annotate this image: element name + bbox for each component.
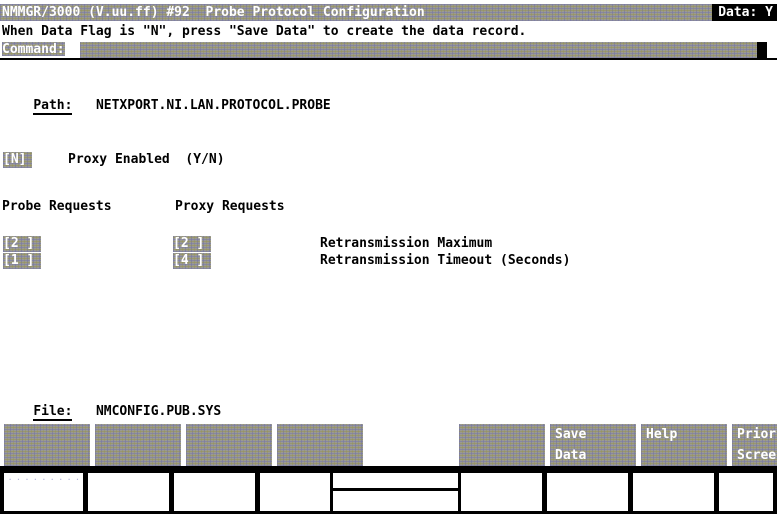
proxy-enabled-value: N: [10, 152, 19, 167]
keycap-f5-divider: [333, 488, 460, 491]
file-label: File:: [33, 404, 73, 421]
function-key-f6[interactable]: [459, 424, 545, 466]
command-input[interactable]: [80, 42, 767, 58]
proxy-enabled-field[interactable]: [N]: [3, 152, 32, 168]
keycap-f3[interactable]: [171, 473, 258, 511]
proxy-enabled-label: Proxy Enabled (Y/N): [68, 152, 225, 167]
field-close-bracket: ]: [196, 236, 205, 251]
field-close-bracket: ]: [18, 152, 27, 167]
column-header-proxy-requests: Proxy Requests: [175, 199, 285, 214]
function-key-prior-screen-line2: Screen: [737, 448, 777, 463]
keycap-row: . . . . . . . . .: [0, 470, 777, 515]
function-key-save-data-line2: Data: [555, 448, 587, 463]
field-open-bracket: [: [3, 253, 11, 268]
field-close-bracket: ]: [26, 253, 35, 268]
command-label: Command:: [2, 42, 65, 58]
command-caret: [757, 42, 767, 58]
terminal-screen: NMMGR/3000 (V.uu.ff) #92 Probe Protocol …: [0, 0, 777, 515]
proxy-retransmission-maximum-value: 2: [180, 236, 197, 251]
keycap-f8[interactable]: [630, 473, 717, 511]
proxy-retransmission-maximum-field[interactable]: [2 ]: [173, 236, 211, 252]
command-divider: [0, 58, 777, 60]
function-key-f3[interactable]: [186, 424, 272, 466]
label-retransmission-maximum: Retransmission Maximum: [320, 236, 493, 251]
probe-retransmission-maximum-value: 2: [10, 236, 27, 251]
path-value: NETXPORT.NI.LAN.PROTOCOL.PROBE: [95, 98, 331, 113]
keycap-row-bottom-border: [0, 511, 777, 514]
window-title: NMMGR/3000 (V.uu.ff) #92 Probe Protocol …: [2, 5, 425, 20]
status-badge-data-flag: Data: Y: [712, 4, 777, 21]
proxy-retransmission-timeout-value: 4: [180, 253, 197, 268]
function-key-help[interactable]: Help: [641, 424, 727, 466]
function-key-help-line1: Help: [646, 427, 678, 442]
function-key-f5[interactable]: [368, 424, 454, 466]
field-close-bracket: ]: [196, 253, 205, 268]
path-row: Path: NETXPORT.NI.LAN.PROTOCOL.PROBE: [2, 82, 331, 115]
title-bar: NMMGR/3000 (V.uu.ff) #92 Probe Protocol …: [0, 4, 777, 21]
keycap-f7[interactable]: [544, 473, 631, 511]
function-key-prior-screen-line1: Prior: [737, 427, 777, 442]
function-key-save-data[interactable]: Save Data: [550, 424, 636, 466]
proxy-retransmission-timeout-field[interactable]: [4 ]: [173, 253, 211, 269]
keycap-f1-marker: . . . . . . . . .: [8, 474, 80, 482]
keycap-f2[interactable]: [85, 473, 172, 511]
function-key-strip: Save Data Help Prior Screen: [0, 420, 777, 470]
file-row: File: NMCONFIG.PUB.SYS: [2, 388, 221, 421]
function-key-f4[interactable]: [277, 424, 363, 466]
field-open-bracket: [: [173, 253, 181, 268]
column-header-probe-requests: Probe Requests: [2, 199, 112, 214]
file-value: NMCONFIG.PUB.SYS: [95, 404, 222, 419]
keycap-f6[interactable]: [458, 473, 545, 511]
function-key-prior-screen[interactable]: Prior Screen: [732, 424, 777, 466]
function-key-save-data-line1: Save: [555, 427, 587, 442]
status-message: When Data Flag is "N", press "Save Data"…: [2, 24, 527, 39]
field-open-bracket: [: [173, 236, 181, 251]
field-close-bracket: ]: [26, 236, 35, 251]
probe-retransmission-timeout-field[interactable]: [1 ]: [3, 253, 41, 269]
probe-retransmission-maximum-field[interactable]: [2 ]: [3, 236, 41, 252]
path-label: Path:: [33, 98, 73, 115]
keycap-f1[interactable]: . . . . . . . . .: [0, 473, 86, 511]
file-spacer: [72, 404, 95, 419]
command-row: Command:: [0, 42, 777, 58]
keycap-f5[interactable]: [330, 473, 463, 511]
path-spacer: [72, 98, 95, 113]
field-open-bracket: [: [3, 152, 11, 167]
function-key-f2[interactable]: [95, 424, 181, 466]
function-key-f1[interactable]: [4, 424, 90, 466]
keycap-f9[interactable]: [716, 473, 777, 511]
probe-retransmission-timeout-value: 1: [10, 253, 27, 268]
label-retransmission-timeout: Retransmission Timeout (Seconds): [320, 253, 571, 268]
field-open-bracket: [: [3, 236, 11, 251]
